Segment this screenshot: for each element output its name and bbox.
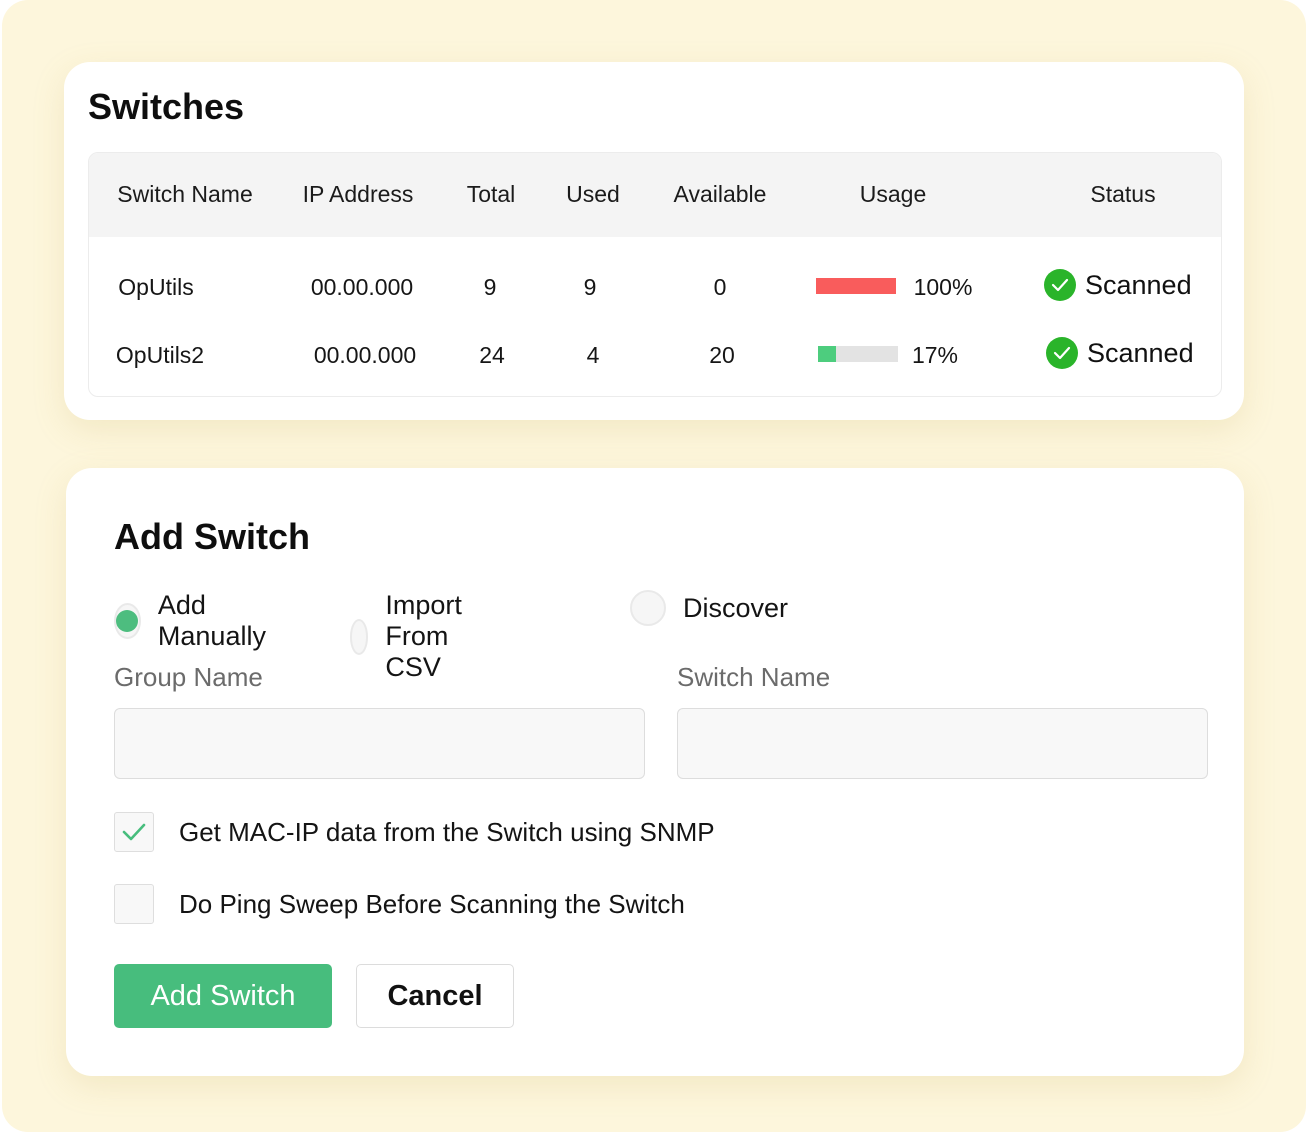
usage-bar xyxy=(816,278,896,294)
ping-sweep-option[interactable]: Do Ping Sweep Before Scanning the Switch xyxy=(114,884,685,924)
group-name-input[interactable] xyxy=(114,708,645,779)
radio-button[interactable] xyxy=(630,590,666,626)
add-switch-card: Add Switch Add Manually Import From CSV … xyxy=(66,468,1244,1076)
radio-label[interactable]: Discover xyxy=(683,593,788,624)
cell-ip-address: 00.00.000 xyxy=(313,342,417,368)
switch-name-label: Switch Name xyxy=(677,662,831,692)
cell-switch-name[interactable]: OpUtils xyxy=(118,274,193,301)
snmp-checkbox-label[interactable]: Get MAC-IP data from the Switch using SN… xyxy=(179,817,715,848)
column-header-available[interactable]: Available xyxy=(674,181,767,208)
group-name-label: Group Name xyxy=(114,662,263,692)
column-header-switch-name[interactable]: Switch Name xyxy=(117,181,252,208)
column-header-usage[interactable]: Usage xyxy=(860,181,926,208)
table-header: Switch Name IP Address Total Used Availa… xyxy=(89,153,1221,237)
cell-available: 0 xyxy=(713,274,727,300)
usage-bar-fill xyxy=(818,346,836,362)
column-header-total[interactable]: Total xyxy=(467,181,516,208)
cell-used: 4 xyxy=(586,342,600,368)
status-badge: Scanned xyxy=(1046,337,1194,369)
cell-switch-name[interactable]: OpUtils2 xyxy=(116,342,204,369)
status-label: Scanned xyxy=(1085,269,1192,300)
cell-total: 24 xyxy=(479,342,505,368)
usage-bar xyxy=(818,346,898,362)
cell-total: 9 xyxy=(483,274,497,300)
cell-available: 20 xyxy=(709,342,735,368)
ping-sweep-checkbox-label[interactable]: Do Ping Sweep Before Scanning the Switch xyxy=(179,889,685,920)
add-switch-title: Add Switch xyxy=(114,516,310,557)
cell-used: 9 xyxy=(583,274,597,300)
usage-bar-fill xyxy=(816,278,896,294)
column-header-used[interactable]: Used xyxy=(566,181,620,208)
switches-card: Switches Switch Name IP Address Total Us… xyxy=(64,62,1244,420)
check-circle-icon xyxy=(1046,337,1078,369)
switches-title: Switches xyxy=(88,86,245,127)
cell-ip-address: 00.00.000 xyxy=(310,274,414,300)
switches-table: Switch Name IP Address Total Used Availa… xyxy=(88,152,1222,397)
checkmark-icon xyxy=(122,823,146,841)
radio-label[interactable]: Import From CSV xyxy=(385,590,479,683)
radio-button[interactable] xyxy=(350,618,369,655)
column-header-status[interactable]: Status xyxy=(1090,181,1155,208)
switch-name-input[interactable] xyxy=(677,708,1208,779)
status-badge: Scanned xyxy=(1044,269,1192,301)
radio-label[interactable]: Add Manually xyxy=(158,590,275,652)
ping-sweep-checkbox[interactable] xyxy=(114,884,154,924)
radio-button[interactable] xyxy=(114,603,141,639)
column-header-ip-address[interactable]: IP Address xyxy=(303,181,414,208)
cell-usage-percent: 17% xyxy=(911,342,959,368)
cell-usage-percent: 100% xyxy=(913,274,973,300)
add-switch-button[interactable]: Add Switch xyxy=(114,964,332,1028)
radio-add-manually[interactable]: Add Manually xyxy=(114,590,275,652)
check-circle-icon xyxy=(1044,269,1076,301)
radio-selected-dot xyxy=(116,610,139,632)
radio-discover[interactable]: Discover xyxy=(630,590,788,626)
snmp-option[interactable]: Get MAC-IP data from the Switch using SN… xyxy=(114,812,715,852)
status-label: Scanned xyxy=(1087,337,1194,368)
snmp-checkbox[interactable] xyxy=(114,812,154,852)
radio-import-from-csv[interactable]: Import From CSV xyxy=(350,590,480,683)
cancel-button[interactable]: Cancel xyxy=(356,964,514,1028)
